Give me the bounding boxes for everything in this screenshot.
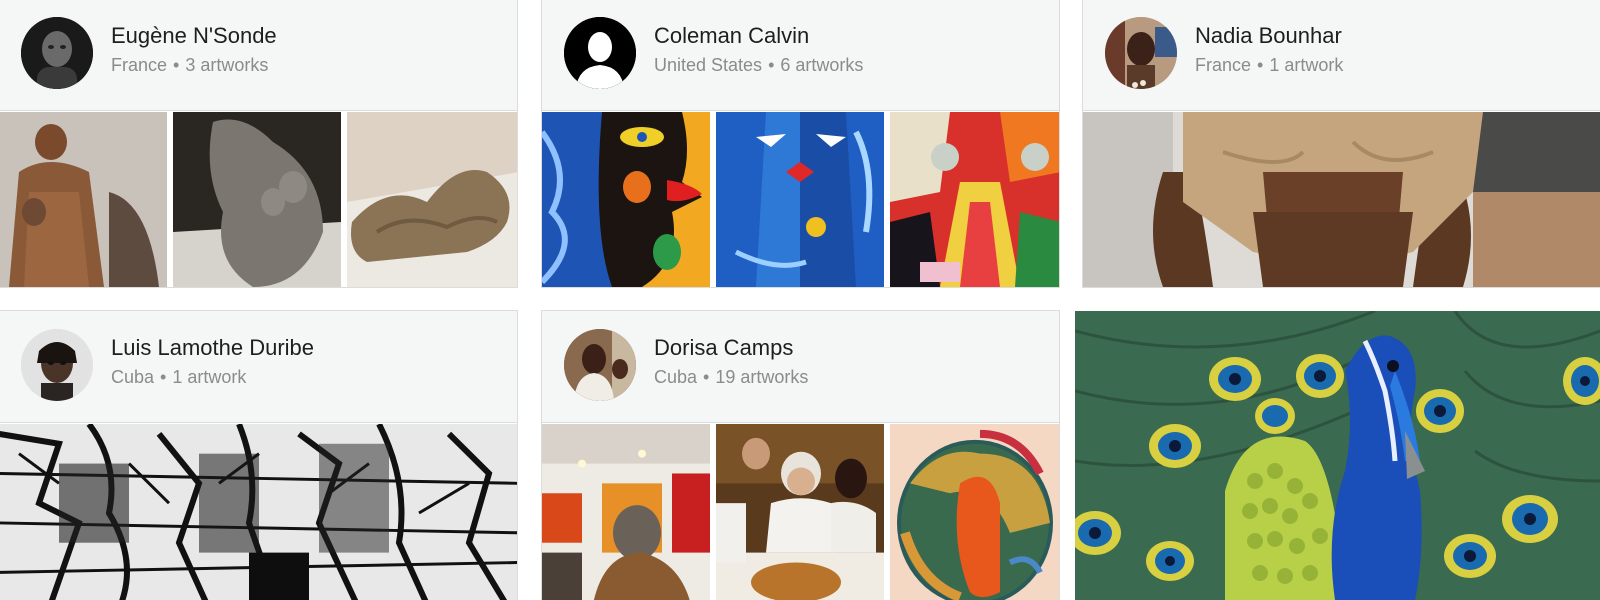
artist-name[interactable]: Dorisa Camps — [654, 335, 793, 361]
artist-country: Cuba — [654, 367, 698, 387]
artwork-thumbnail[interactable] — [347, 112, 517, 287]
artist-avatar-image — [21, 329, 93, 401]
meta-separator: • — [173, 55, 180, 75]
artist-avatar[interactable] — [21, 17, 93, 89]
artist-avatar-image — [564, 329, 636, 401]
featured-artwork-image[interactable] — [1075, 311, 1600, 600]
artist-name[interactable]: Nadia Bounhar — [1195, 23, 1342, 49]
artist-card[interactable]: Dorisa Camps Cuba • 19 artworks — [541, 310, 1060, 600]
artwork-thumbnails — [0, 424, 517, 600]
artwork-thumbnail[interactable] — [890, 424, 1059, 600]
artwork-thumbnail[interactable] — [542, 112, 710, 287]
artist-card-header: Dorisa Camps Cuba • 19 artworks — [542, 311, 1059, 423]
artist-card[interactable]: Eugène N'Sonde France • 3 artworks — [0, 0, 518, 288]
artist-card-header: Eugène N'Sonde France • 3 artworks — [0, 0, 517, 111]
artwork-thumbnail[interactable] — [716, 424, 884, 600]
artist-card-header: Luis Lamothe Duribe Cuba • 1 artwork — [0, 311, 517, 423]
artwork-thumbnails — [542, 112, 1059, 287]
artist-country: Cuba — [111, 367, 155, 387]
peacock-image — [1075, 311, 1600, 600]
artwork-thumbnail[interactable] — [890, 112, 1059, 287]
artist-card[interactable]: Luis Lamothe Duribe Cuba • 1 artwork — [0, 310, 518, 600]
artist-meta: Cuba • 19 artworks — [654, 367, 808, 388]
artwork-thumbnail[interactable] — [542, 424, 710, 600]
artist-name[interactable]: Luis Lamothe Duribe — [111, 335, 314, 361]
artwork-count: 3 artworks — [185, 55, 269, 75]
user-silhouette-icon — [564, 17, 636, 89]
artwork-thumbnail[interactable] — [716, 112, 884, 287]
artist-meta: France • 1 artwork — [1195, 55, 1343, 76]
artist-avatar-image — [21, 17, 93, 89]
artist-card[interactable]: Nadia Bounhar France • 1 artwork — [1082, 0, 1600, 288]
artwork-count: 1 artwork — [1269, 55, 1344, 75]
artist-avatar[interactable] — [1105, 17, 1177, 89]
artwork-count: 19 artworks — [715, 367, 809, 387]
artist-meta: Cuba • 1 artwork — [111, 367, 246, 388]
artist-name[interactable]: Eugène N'Sonde — [111, 23, 277, 49]
artist-avatar[interactable] — [564, 17, 636, 89]
artwork-thumbnails — [0, 112, 517, 287]
meta-separator: • — [768, 55, 775, 75]
artwork-thumbnails — [1083, 112, 1600, 287]
artwork-thumbnail[interactable] — [0, 112, 167, 287]
artist-country: France — [1195, 55, 1252, 75]
artist-country: United States — [654, 55, 763, 75]
artwork-thumbnail[interactable] — [1083, 112, 1600, 287]
artwork-thumbnail[interactable] — [173, 112, 341, 287]
artwork-thumbnails — [542, 424, 1059, 600]
meta-separator: • — [160, 367, 167, 387]
artist-card-header: Nadia Bounhar France • 1 artwork — [1083, 0, 1600, 111]
meta-separator: • — [1257, 55, 1264, 75]
artist-meta: United States • 6 artworks — [654, 55, 863, 76]
artist-name[interactable]: Coleman Calvin — [654, 23, 809, 49]
artwork-count: 6 artworks — [780, 55, 864, 75]
artwork-thumbnail[interactable] — [0, 424, 517, 600]
artwork-count: 1 artwork — [172, 367, 247, 387]
artist-avatar[interactable] — [21, 329, 93, 401]
artist-avatar-image — [1105, 17, 1177, 89]
artist-avatar[interactable] — [564, 329, 636, 401]
artist-card-header: Coleman Calvin United States • 6 artworks — [542, 0, 1059, 111]
artist-card[interactable]: Coleman Calvin United States • 6 artworks — [541, 0, 1060, 288]
artist-meta: France • 3 artworks — [111, 55, 268, 76]
meta-separator: • — [703, 367, 710, 387]
artist-country: France — [111, 55, 168, 75]
